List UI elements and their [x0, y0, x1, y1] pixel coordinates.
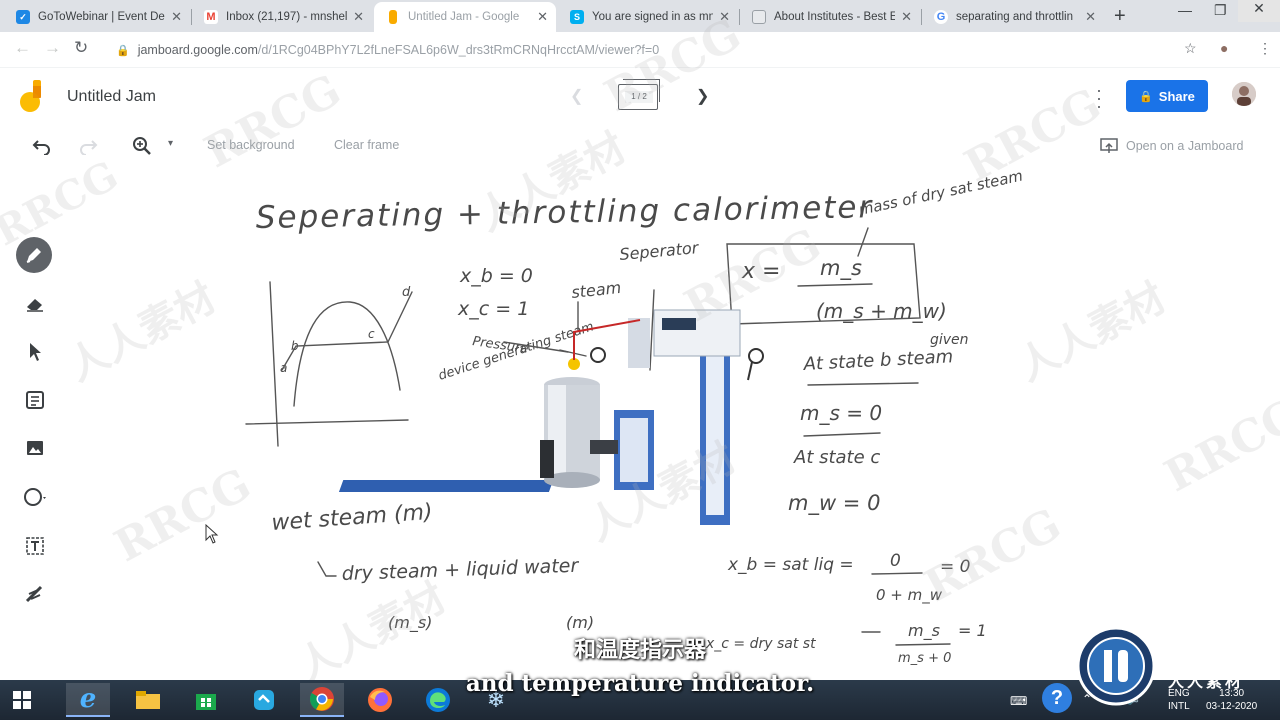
- graph-point-c: c: [368, 327, 375, 341]
- next-frame-icon[interactable]: ❯: [696, 86, 709, 106]
- previous-frame-icon[interactable]: ❮: [570, 86, 583, 106]
- tab-title: separating and throttlin: [956, 11, 1073, 23]
- minimize-button[interactable]: —: [1178, 2, 1192, 18]
- tab-title: About Institutes - Best E: [774, 11, 896, 23]
- separator-label: Seperator: [619, 238, 701, 264]
- fraction-top: 0: [890, 551, 901, 571]
- mouse-cursor-icon: [205, 524, 219, 544]
- jamboard-logo-icon[interactable]: [20, 80, 48, 114]
- url-field[interactable]: 🔒 jamboard.google.com /d/1RCg04BPhY7L2fL…: [106, 36, 1200, 64]
- language-bottom: INTL: [1168, 701, 1190, 712]
- browser-tab[interactable]: S You are signed in as mn ✕: [558, 2, 738, 32]
- share-button[interactable]: 🔒 Share: [1126, 80, 1208, 112]
- gmail-icon: M: [204, 10, 218, 24]
- apparatus-base: [338, 480, 554, 492]
- bookmark-star-icon[interactable]: ☆: [1184, 40, 1197, 57]
- new-tab-button[interactable]: +: [1114, 5, 1126, 28]
- fraction-bottom: 0 + m_w: [876, 586, 943, 605]
- lock-icon: 🔒: [1139, 90, 1153, 103]
- tab-title: You are signed in as mn: [592, 11, 714, 23]
- chrome-menu-icon[interactable]: ⋮: [1258, 40, 1272, 57]
- url-domain: jamboard.google.com: [137, 43, 258, 57]
- browser-tab[interactable]: About Institutes - Best E ✕: [740, 2, 920, 32]
- share-label: Share: [1158, 88, 1195, 104]
- temperature-display: [662, 318, 696, 330]
- page-icon: [752, 10, 766, 24]
- ms-paren-label: (m_s): [388, 613, 432, 633]
- avatar[interactable]: [1232, 82, 1256, 106]
- heading-text: Seperating + throttling calorimeter: [256, 189, 874, 236]
- zoom-icon[interactable]: [132, 136, 152, 156]
- subtitle-chinese: 和温度指示器: [573, 638, 706, 663]
- reload-icon[interactable]: ↻: [74, 38, 88, 58]
- lock-icon: 🔒: [116, 44, 130, 57]
- document-title[interactable]: Untitled Jam: [67, 88, 156, 106]
- close-icon[interactable]: ✕: [171, 9, 182, 25]
- clear-frame-button[interactable]: Clear frame: [334, 138, 399, 152]
- dry-steam-label: dry steam + liquid water: [341, 555, 579, 585]
- browser-tab[interactable]: ✓ GoToWebinar | Event De ✕: [4, 2, 190, 32]
- open-on-jamboard-button[interactable]: Open on a Jamboard: [1100, 138, 1243, 154]
- zoom-dropdown-icon[interactable]: ▾: [168, 138, 173, 149]
- tab-title: Inbox (21,197) - mnshela: [226, 11, 348, 23]
- close-icon[interactable]: ✕: [901, 9, 912, 25]
- open-on-jamboard-label: Open on a Jamboard: [1126, 139, 1244, 153]
- browser-tab[interactable]: M Inbox (21,197) - mnshela ✕: [192, 2, 372, 32]
- xb-sat-label: x_b = sat liq =: [727, 555, 854, 575]
- cast-screen-icon: [1100, 138, 1118, 153]
- clock-date: 03-12-2020: [1206, 701, 1258, 712]
- restore-button[interactable]: ❐: [1214, 2, 1227, 19]
- mass-note: mass of dry sat steam: [857, 167, 1024, 219]
- tab-title: Untitled Jam - Google: [408, 11, 520, 23]
- state-b-label: At state b steam: [802, 346, 954, 375]
- valve-block: [590, 440, 618, 454]
- close-icon[interactable]: ✕: [537, 9, 548, 25]
- ms-zero-label: m_s = 0: [800, 401, 882, 425]
- control-panel: [653, 309, 741, 357]
- set-background-button[interactable]: Set background: [207, 138, 295, 152]
- steam-label: steam: [570, 278, 622, 302]
- url-path: /d/1RCg04BPhY7L2fLneFSAL6p6W_drs3tRmCRNq…: [257, 43, 660, 57]
- x-numerator: m_s: [820, 256, 862, 281]
- mw-zero-label: m_w = 0: [788, 491, 880, 516]
- outlet-pipe: [747, 361, 753, 381]
- back-icon[interactable]: ←: [14, 38, 31, 58]
- address-bar-row: ← → ↻ 🔒 jamboard.google.com /d/1RCg04BPh…: [0, 32, 1280, 68]
- browser-tab[interactable]: G separating and throttlin ✕: [922, 2, 1104, 32]
- xb-label: x_b = 0: [459, 265, 533, 287]
- close-icon[interactable]: ✕: [353, 9, 364, 25]
- xc-label: x_c = 1: [457, 298, 529, 320]
- state-c-label: At state c: [793, 447, 880, 468]
- forward-icon[interactable]: →: [44, 38, 61, 58]
- x-equation-lhs: x =: [741, 259, 780, 284]
- skype-icon: S: [570, 10, 584, 24]
- apparatus-stand-inner: [620, 418, 648, 482]
- device-label: device generating steam: [437, 319, 596, 383]
- profile-icon[interactable]: ●: [1220, 40, 1228, 56]
- close-icon[interactable]: ✕: [1085, 9, 1096, 25]
- gotowebinar-icon: ✓: [16, 10, 30, 24]
- equals-zero: = 0: [940, 557, 970, 577]
- pressure-gauge: [590, 347, 606, 363]
- subtitle-english: and temperature indicator.: [465, 670, 815, 697]
- separator-column: [628, 318, 650, 368]
- apparatus-frame-inner: [706, 355, 724, 515]
- close-icon[interactable]: ✕: [719, 9, 730, 25]
- more-options-icon[interactable]: · · ·: [1094, 81, 1104, 115]
- window-close-button[interactable]: ✕: [1238, 0, 1280, 22]
- jamboard-icon: [389, 10, 397, 24]
- heater-unit: [540, 440, 554, 478]
- browser-tab-active[interactable]: Untitled Jam - Google ✕: [374, 2, 556, 32]
- outlet-gauge: [748, 348, 764, 364]
- tab-title: GoToWebinar | Event De: [38, 11, 165, 23]
- redo-icon[interactable]: [78, 137, 98, 155]
- google-icon: G: [934, 10, 948, 24]
- wet-steam-label: wet steam (m): [271, 500, 434, 536]
- m-paren-label: (m): [566, 613, 594, 632]
- frame-counter: 1 / 2: [625, 91, 653, 103]
- undo-icon[interactable]: [32, 137, 52, 155]
- browser-tab-strip: ✓ GoToWebinar | Event De ✕ M Inbox (21,1…: [0, 0, 1280, 32]
- jam-canvas[interactable]: Seperating + throttling calorimeter mass…: [0, 160, 1280, 680]
